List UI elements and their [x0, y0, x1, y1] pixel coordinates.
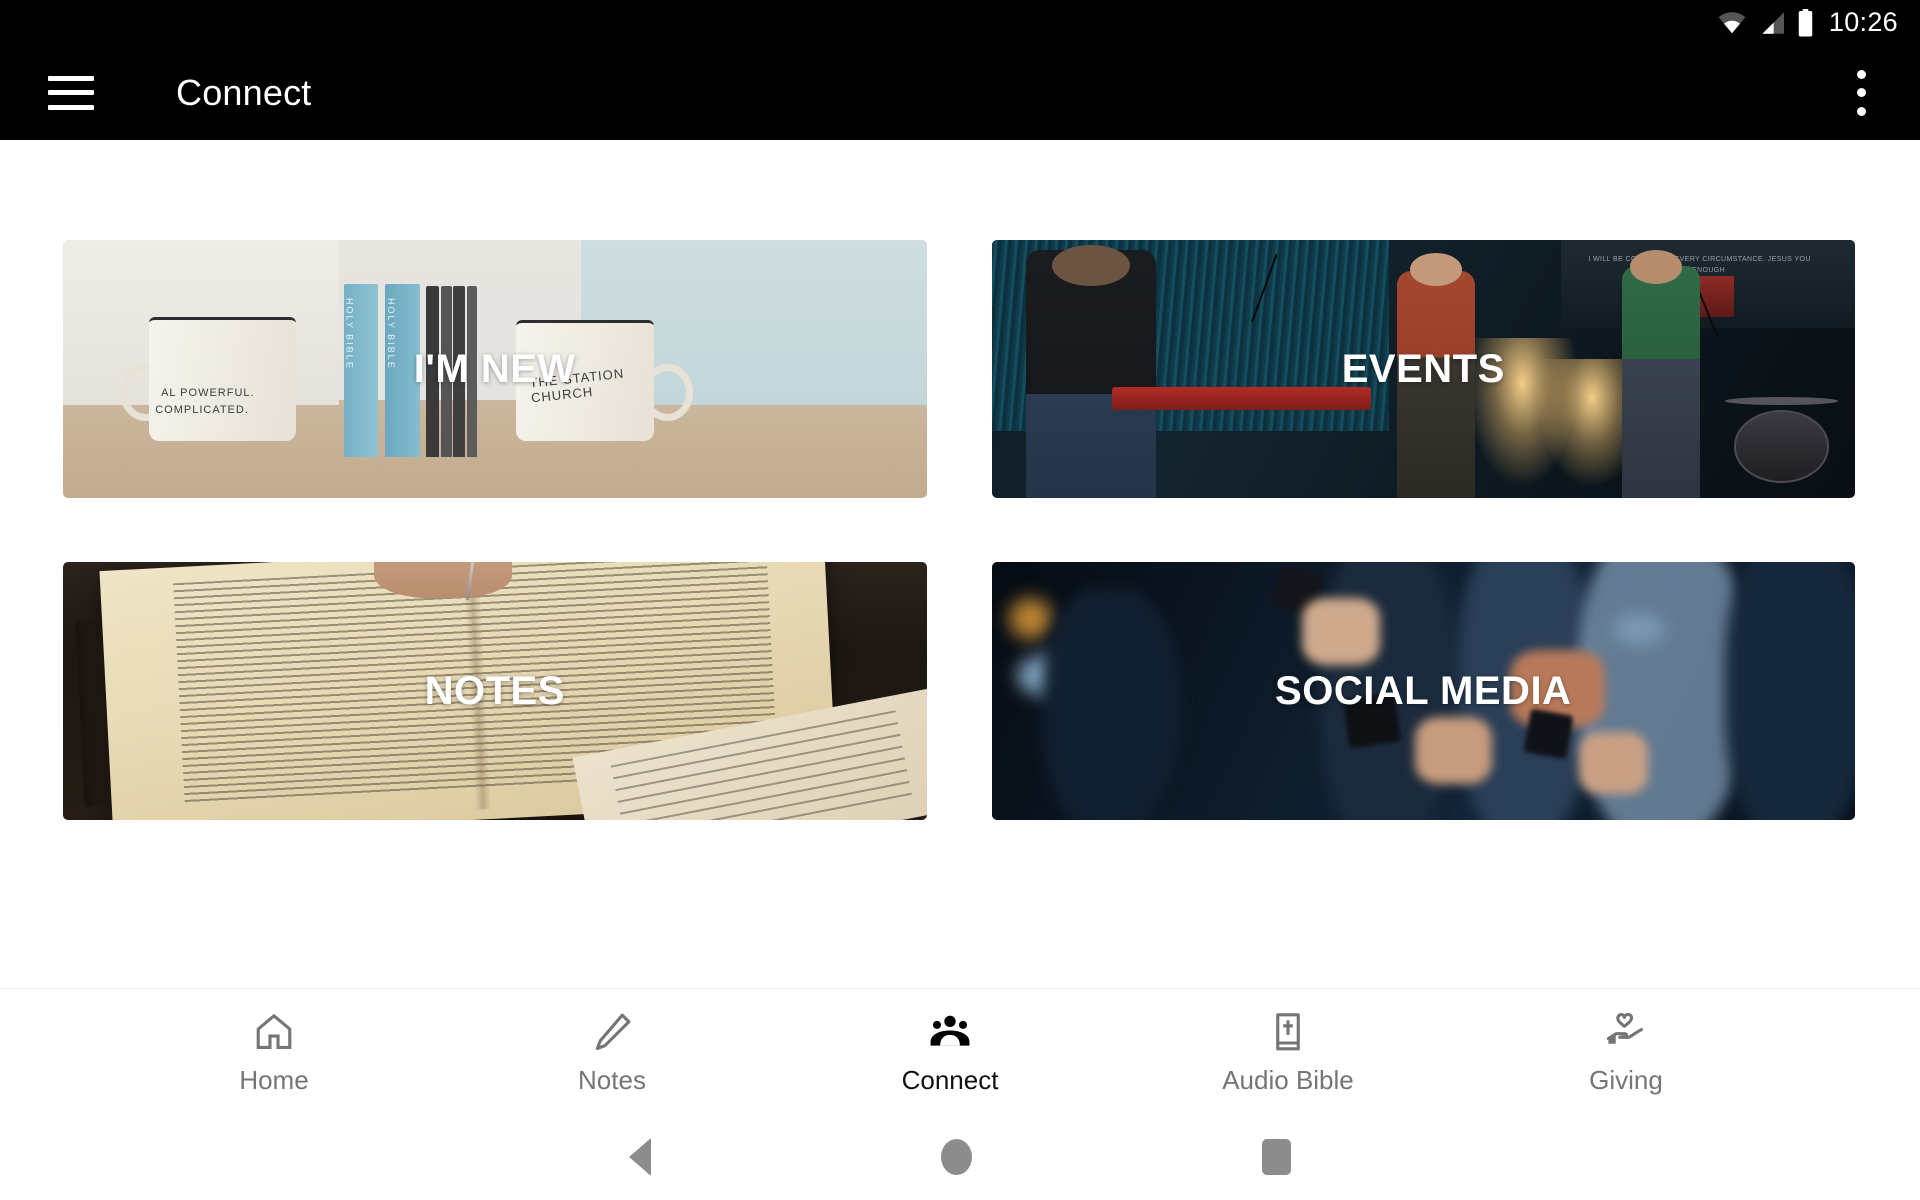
- card-label-im-new: I'M NEW: [413, 347, 576, 391]
- tab-label-audio-bible: Audio Bible: [1222, 1065, 1354, 1095]
- card-label-social-media: SOCIAL MEDIA: [1275, 669, 1572, 713]
- tab-label-home: Home: [239, 1065, 309, 1095]
- mug-text-line-2: COMPLICATED.: [155, 404, 249, 417]
- back-triangle-icon[interactable]: [629, 1137, 651, 1176]
- hamburger-menu-icon[interactable]: [48, 75, 94, 110]
- recents-square-icon[interactable]: [1262, 1138, 1291, 1175]
- card-events[interactable]: I WILL BE CONTENT IN EVERY CIRCUMSTANCE.…: [991, 240, 1855, 498]
- tab-giving[interactable]: Giving: [1457, 1009, 1795, 1093]
- hand-heart-icon: [1604, 1009, 1648, 1055]
- app-bar: Connect: [0, 45, 1920, 140]
- status-bar: 10:26: [0, 0, 1920, 45]
- wifi-icon: [1718, 11, 1746, 33]
- status-time: 10:26: [1828, 7, 1898, 37]
- people-group-icon: [928, 1009, 972, 1055]
- book-spine-text: HOLY BIBLE: [386, 297, 397, 370]
- card-im-new[interactable]: AL POWERFUL. COMPLICATED. HOLY BIBLE HOL…: [63, 240, 927, 498]
- card-grid: AL POWERFUL. COMPLICATED. HOLY BIBLE HOL…: [63, 240, 1855, 820]
- page-title: Connect: [176, 71, 312, 113]
- card-label-notes: NOTES: [424, 669, 565, 713]
- stage-screen-lyric: I WILL BE CONTENT IN EVERY CIRCUMSTANCE.…: [1588, 256, 1811, 274]
- mug-text-line-1: AL POWERFUL.: [161, 386, 255, 399]
- card-social-media[interactable]: SOCIAL MEDIA: [991, 562, 1855, 820]
- bible-book-icon: [1266, 1009, 1310, 1055]
- tab-home[interactable]: Home: [105, 1009, 443, 1093]
- tab-notes[interactable]: Notes: [443, 1009, 781, 1093]
- card-notes[interactable]: NOTES: [63, 562, 927, 820]
- app-screen: 10:26 Connect AL POWERFUL. COMPLICATED.: [0, 0, 1920, 1200]
- more-vert-icon[interactable]: [1841, 69, 1881, 116]
- tab-audio-bible[interactable]: Audio Bible: [1119, 1009, 1457, 1093]
- content-area: AL POWERFUL. COMPLICATED. HOLY BIBLE HOL…: [0, 140, 1920, 988]
- home-circle-icon[interactable]: [941, 1138, 972, 1175]
- book-spine-text: HOLY BIBLE: [344, 297, 355, 370]
- home-icon: [252, 1009, 296, 1055]
- tab-label-notes: Notes: [578, 1065, 646, 1095]
- cellular-signal-icon: [1762, 11, 1784, 34]
- battery-icon: [1798, 8, 1813, 36]
- tab-connect[interactable]: Connect: [781, 1009, 1119, 1093]
- card-label-events: EVENTS: [1341, 347, 1505, 391]
- system-navigation-bar: [0, 1113, 1920, 1200]
- pencil-icon: [590, 1009, 634, 1055]
- tab-label-connect: Connect: [901, 1065, 999, 1095]
- bottom-tab-bar: Home Notes Connect Audio Bible Giving: [0, 988, 1920, 1113]
- tab-label-giving: Giving: [1589, 1065, 1663, 1095]
